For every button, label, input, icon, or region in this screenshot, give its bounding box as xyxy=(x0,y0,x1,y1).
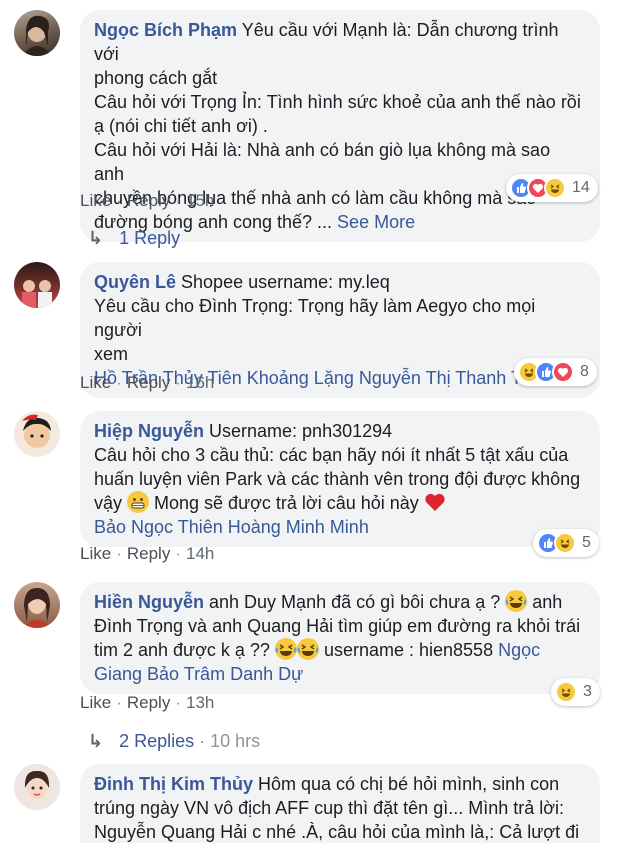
comment-text: vậy xyxy=(94,493,128,513)
reaction-summary[interactable]: 8 xyxy=(514,358,597,386)
avatar[interactable] xyxy=(14,582,60,628)
timestamp[interactable]: 13h xyxy=(186,693,214,712)
comment-text: anh Duy Mạnh đã có gì bôi chưa ạ ? xyxy=(204,592,506,612)
comment-actions: Like · Reply · 14h xyxy=(80,544,214,564)
commenter-name[interactable]: Ngọc Bích Phạm xyxy=(94,20,237,40)
reaction-count: 3 xyxy=(583,683,592,700)
like-button[interactable]: Like xyxy=(80,544,111,563)
separator: · xyxy=(175,373,181,392)
comment-text: username : hien8558 xyxy=(318,640,499,660)
comment-text: phong cách gắt xyxy=(94,68,218,88)
reply-button[interactable]: Reply xyxy=(127,191,170,210)
commenter-name[interactable]: Đinh Thị Kim Thủy xyxy=(94,774,253,794)
avatar-photo-icon xyxy=(22,588,52,628)
comment-text: tim 2 anh được k ạ ?? xyxy=(94,640,275,660)
red-heart-icon xyxy=(424,491,446,513)
comment-bubble: Hiệp Nguyễn Username: pnh301294 Câu hỏi … xyxy=(80,411,600,547)
comment-text: anh xyxy=(527,592,563,612)
like-button[interactable]: Like xyxy=(80,693,111,712)
commenter-name[interactable]: Hiền Nguyễn xyxy=(94,592,204,612)
comment-text: Nguyễn Quang Hải c nhé .À, câu hỏi của m… xyxy=(94,822,580,842)
comment-text: ạ (nói chi tiết anh ơi) . xyxy=(94,116,268,136)
reaction-count: 8 xyxy=(580,363,589,380)
comment-text: Username: pnh301294 xyxy=(204,421,393,441)
timestamp[interactable]: 14h xyxy=(186,544,214,563)
haha-reaction-icon xyxy=(544,177,566,199)
separator: · xyxy=(116,693,122,712)
tagged-friend[interactable]: Ngọc xyxy=(498,640,540,660)
comment-text: Đình Trọng và anh Quang Hải tìm giúp em … xyxy=(94,616,581,636)
avatar-photo-icon xyxy=(22,280,52,308)
replies-count[interactable]: 1 Reply xyxy=(119,228,180,249)
view-replies-link[interactable]: ↳ 2 Replies · 10 hrs xyxy=(88,731,260,752)
comment-text: huấn luyện viên Park và các thành vên tr… xyxy=(94,469,581,489)
comment-text: Yêu cầu cho Đình Trọng: Trọng hãy làm Ae… xyxy=(94,296,536,340)
comment-text: trúng ngày VN vô địch AFF cup thì đặt tê… xyxy=(94,798,565,818)
avatar-photo-icon xyxy=(22,15,52,56)
separator: · xyxy=(116,373,122,392)
avatar[interactable] xyxy=(14,262,60,308)
timestamp[interactable]: 16h xyxy=(186,373,214,392)
comment-text: Câu hỏi cho 3 cầu thủ: các bạn hãy nói í… xyxy=(94,445,569,465)
comment-text: Câu hỏi với Trọng Ỉn: Tình hình sức khoẻ… xyxy=(94,92,581,112)
comment-actions: Like · Reply · 15h xyxy=(80,191,214,211)
haha-reaction-icon xyxy=(554,532,576,554)
comment-actions: Like · Reply · 16h xyxy=(80,373,214,393)
see-more-link[interactable]: See More xyxy=(337,212,415,232)
grimacing-emoji-icon xyxy=(127,491,150,513)
comment-actions: Like · Reply · 13h xyxy=(80,693,214,713)
comment-text: Shopee username: my.leq xyxy=(176,272,390,292)
separator: · xyxy=(175,693,181,712)
reply-button[interactable]: Reply xyxy=(127,544,170,563)
separator: · xyxy=(175,191,181,210)
separator: · xyxy=(175,544,181,563)
love-reaction-icon xyxy=(552,361,574,383)
avatar[interactable] xyxy=(14,10,60,56)
tagged-friends[interactable]: Bảo Ngọc Thiên Hoàng Minh Minh xyxy=(94,517,369,537)
reply-button[interactable]: Reply xyxy=(127,373,170,392)
separator: · xyxy=(116,544,122,563)
avatar-photo-icon xyxy=(22,414,51,448)
avatar[interactable] xyxy=(14,411,60,457)
like-button[interactable]: Like xyxy=(80,191,111,210)
reply-arrow-icon: ↳ xyxy=(88,228,104,248)
replies-count[interactable]: 2 Replies xyxy=(119,731,194,752)
reaction-count: 5 xyxy=(582,534,591,551)
comment-text: Mong sẽ được trả lời câu hỏi này xyxy=(149,493,424,513)
reaction-summary[interactable]: 5 xyxy=(533,529,599,557)
avatar-photo-icon xyxy=(24,770,50,799)
comment-text: Câu hỏi với Hải là: Nhà anh có bán giò l… xyxy=(94,140,551,184)
replies-timestamp: 10 hrs xyxy=(210,731,261,751)
commenter-name[interactable]: Quyên Lê xyxy=(94,272,176,292)
like-button[interactable]: Like xyxy=(80,373,111,392)
avatar[interactable] xyxy=(14,764,60,810)
separator: · xyxy=(116,191,122,210)
comment-text: Hôm qua có chị bé hỏi mình, sinh con xyxy=(253,774,560,794)
comment-text: xem xyxy=(94,344,129,364)
reaction-summary[interactable]: 3 xyxy=(551,678,600,706)
separator: · xyxy=(199,731,206,751)
reaction-count: 14 xyxy=(572,179,590,196)
comment-bubble: Hiền Nguyễn anh Duy Mạnh đã có gì bôi ch… xyxy=(80,582,600,694)
reply-button[interactable]: Reply xyxy=(127,693,170,712)
reply-arrow-icon: ↳ xyxy=(88,731,104,751)
view-replies-link[interactable]: ↳ 1 Reply xyxy=(88,228,180,249)
tagged-friend[interactable]: Giang Bảo Trâm Danh Dự xyxy=(94,664,303,684)
timestamp[interactable]: 15h xyxy=(186,191,214,210)
laughing-emoji-icon xyxy=(274,638,297,660)
commenter-name[interactable]: Hiệp Nguyễn xyxy=(94,421,204,441)
haha-reaction-icon xyxy=(555,681,577,703)
reaction-summary[interactable]: 14 xyxy=(506,174,598,202)
laughing-emoji-icon xyxy=(296,638,319,660)
laughing-emoji-icon xyxy=(505,590,528,612)
comment-bubble: Đinh Thị Kim Thủy Hôm qua có chị bé hỏi … xyxy=(80,764,600,843)
